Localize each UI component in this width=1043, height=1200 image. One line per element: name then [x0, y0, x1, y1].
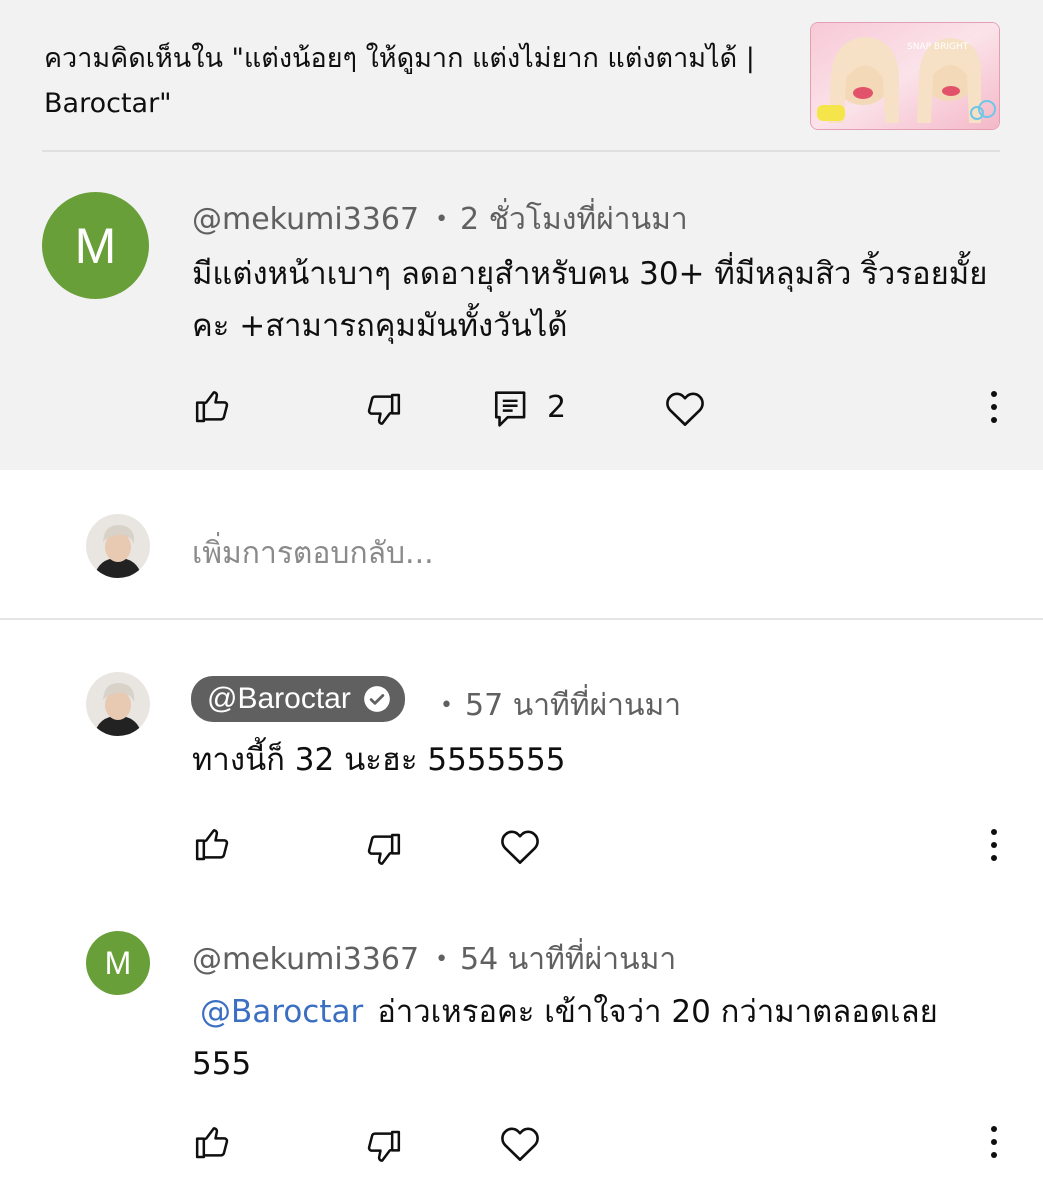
- reply-input[interactable]: เพิ่มการตอบกลับ...: [192, 530, 434, 577]
- thumbs-down-icon[interactable]: [363, 1127, 403, 1167]
- reply-text: ทางนี้ก็ 32 นะฮะ 5555555: [192, 742, 566, 778]
- meta-separator: •: [435, 947, 449, 972]
- avatar-letter: M: [104, 944, 132, 981]
- user-photo: [86, 672, 150, 736]
- meta-separator: •: [435, 207, 449, 232]
- verified-check-icon: [364, 686, 390, 712]
- more-vert-icon[interactable]: [984, 1124, 1004, 1160]
- comment-author[interactable]: @mekumi3367: [192, 202, 419, 237]
- heart-icon[interactable]: [664, 388, 706, 428]
- reply-time: 54 นาทีที่ผ่านมา: [460, 942, 677, 977]
- more-vert-icon[interactable]: [984, 827, 1004, 863]
- heart-icon[interactable]: [499, 1123, 541, 1163]
- thumbs-down-icon[interactable]: [363, 390, 403, 430]
- video-thumbnail[interactable]: SNAP BRIGHT: [810, 22, 1000, 130]
- section-divider: [0, 618, 1043, 620]
- mention-link[interactable]: @Baroctar: [200, 994, 363, 1030]
- thumbs-up-icon[interactable]: [193, 1122, 233, 1162]
- comment-icon[interactable]: [493, 389, 529, 429]
- comment-text: มีแต่งหน้าเบาๆ ลดอายุสำหรับคน 30+ ที่มีห…: [192, 256, 988, 344]
- avatar[interactable]: [86, 672, 150, 736]
- thumbnail-text: SNAP BRIGHT: [907, 42, 969, 52]
- meta-separator: •: [440, 693, 453, 718]
- reply-text: @Baroctar อ่าวเหรอคะ เข้าใจว่า 20 กว่ามาต…: [192, 986, 992, 1090]
- reply-meta: • 57 นาทีที่ผ่านมา: [424, 682, 681, 729]
- comments-header-title: ความคิดเห็นใน "แต่งน้อยๆ ให้ดูมาก แต่งไม…: [44, 43, 755, 119]
- comment-time: 2 ชั่วโมงที่ผ่านมา: [460, 202, 688, 237]
- avatar-letter: M: [74, 217, 117, 274]
- reply-time: 57 นาทีที่ผ่านมา: [464, 688, 682, 723]
- avatar[interactable]: M: [42, 192, 149, 299]
- comment-meta: @mekumi3367 • 2 ชั่วโมงที่ผ่านมา: [192, 196, 688, 243]
- avatar[interactable]: M: [86, 931, 150, 995]
- thumbs-down-icon[interactable]: [363, 830, 403, 870]
- reply-author: @Baroctar: [207, 682, 351, 715]
- reply-count[interactable]: 2: [547, 390, 566, 425]
- thumbs-up-icon[interactable]: [193, 824, 233, 864]
- reply-author[interactable]: @mekumi3367: [192, 942, 419, 977]
- reply-meta: @mekumi3367 • 54 นาทีที่ผ่านมา: [192, 936, 676, 983]
- heart-icon[interactable]: [499, 826, 541, 866]
- thumbs-up-icon[interactable]: [193, 386, 233, 426]
- creator-author-chip[interactable]: @Baroctar: [191, 676, 405, 722]
- user-photo: [86, 514, 150, 578]
- header-divider: [42, 150, 1000, 152]
- more-vert-icon[interactable]: [984, 389, 1004, 425]
- thumbnail-image: SNAP BRIGHT: [811, 23, 999, 129]
- current-user-avatar: [86, 514, 150, 578]
